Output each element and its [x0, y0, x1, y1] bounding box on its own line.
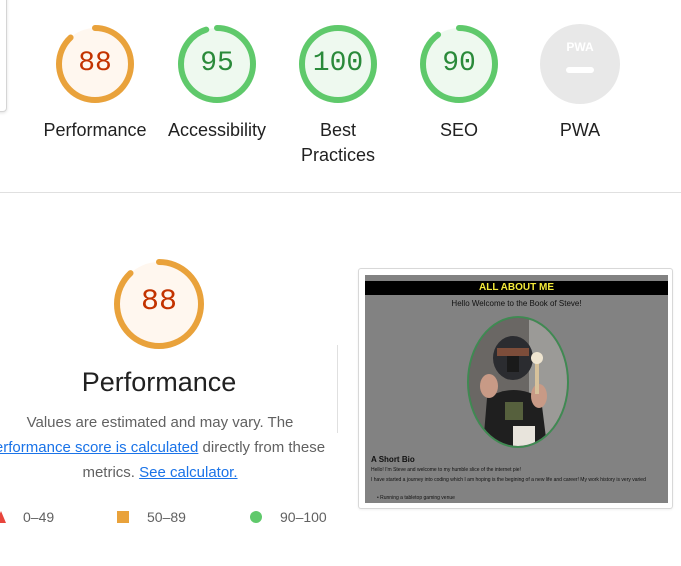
thumbnail-banner: ALL ABOUT ME	[365, 281, 668, 295]
gauge-label: PWA	[559, 120, 601, 140]
gauge-label: Best Practices	[300, 120, 376, 165]
thumbnail-bio-line: I have started a journey into coding whi…	[371, 477, 646, 483]
see-calculator-link[interactable]: See calculator.	[139, 464, 237, 481]
thumbnail-bio-title: A Short Bio	[371, 455, 415, 464]
gauge-label: Performance	[43, 120, 147, 140]
description-text: Values are estimated and may vary. The	[26, 414, 294, 431]
legend-fail-label: 0–49	[23, 509, 55, 525]
final-screenshot[interactable]: ALL ABOUT ME Hello Welcome to the Book o…	[358, 268, 673, 509]
gauge-label: SEO	[439, 120, 478, 140]
thumbnail-bio-line: Hello! I'm Steve and welcome to my humbl…	[371, 467, 521, 473]
gauge-pwa[interactable]: PWA PWA	[520, 24, 640, 143]
gauge-seo[interactable]: 90 SEO	[399, 24, 519, 143]
screenshot-thumbnail: ALL ABOUT ME Hello Welcome to the Book o…	[365, 275, 668, 503]
pwa-badge-text: PWA	[566, 40, 594, 54]
gauge-accessibility[interactable]: 95 Accessibility	[157, 24, 277, 143]
gauge-score: 100	[312, 48, 364, 79]
thumbnail-welcome: Hello Welcome to the Book of Steve!	[451, 299, 582, 308]
portrait-image	[467, 316, 569, 448]
score-calculation-link[interactable]: erformance score is calculated	[0, 439, 198, 456]
gauge-best-practices[interactable]: 100 Best Practices	[278, 24, 398, 168]
pwa-badge-icon: PWA	[540, 24, 620, 104]
gauge-label: Accessibility	[167, 120, 267, 140]
gauge-score: 90	[442, 48, 476, 79]
square-icon	[117, 511, 129, 523]
legend-pass-label: 90–100	[280, 509, 327, 525]
category-title: Performance	[81, 367, 237, 397]
section-divider	[0, 192, 681, 193]
score-gauges-summary: 88 Performance 95 Accessibility 100 Best…	[0, 0, 681, 193]
triangle-icon	[0, 511, 6, 523]
category-gauge-performance: 88	[113, 258, 205, 350]
gauge-score: 88	[78, 48, 112, 79]
thumbnail-bio-item: • Running a tabletop gaming venue	[377, 495, 455, 501]
category-score: 88	[140, 285, 177, 319]
circle-icon	[250, 511, 262, 523]
vertical-divider	[337, 345, 338, 433]
gauge-performance[interactable]: 88 Performance	[35, 24, 155, 143]
legend-average-label: 50–89	[147, 509, 186, 525]
category-description: Values are estimated and may vary. The e…	[0, 410, 340, 485]
gauge-score: 95	[200, 48, 234, 79]
